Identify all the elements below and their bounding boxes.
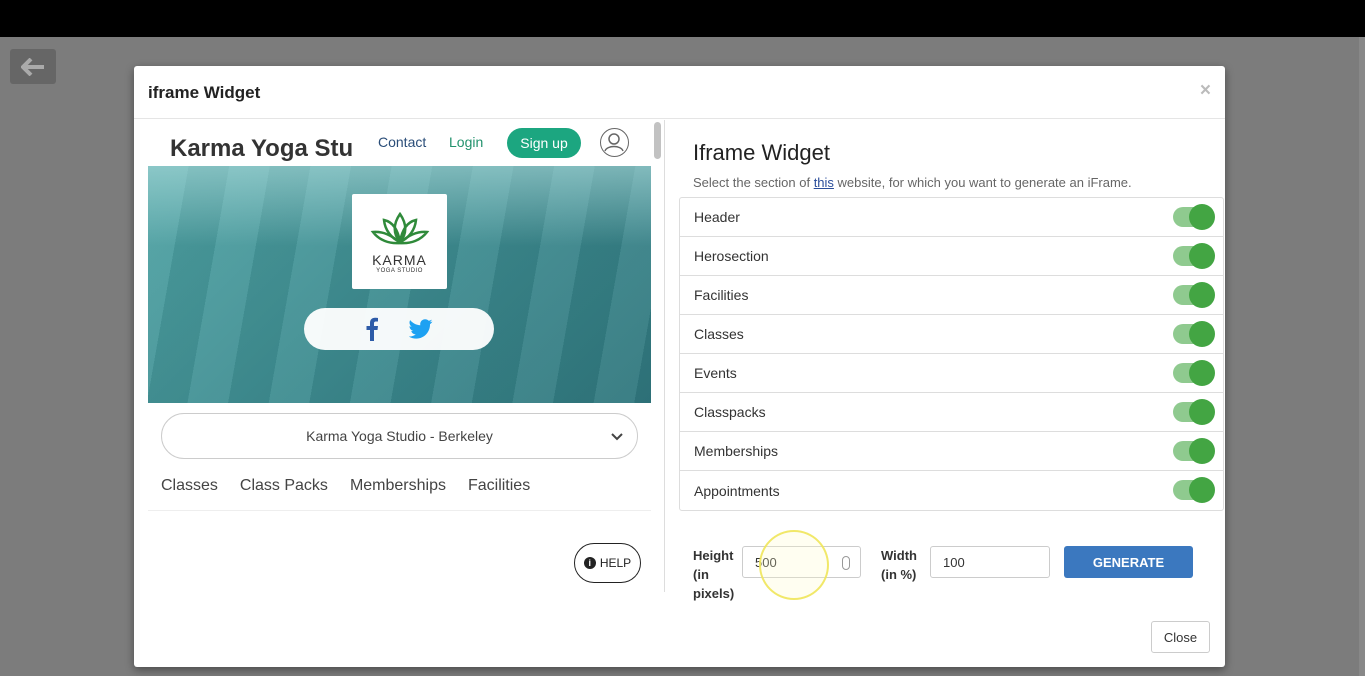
appointments-toggle[interactable]	[1173, 477, 1215, 503]
width-value: 100	[943, 554, 965, 570]
page-edge	[1359, 37, 1365, 676]
logo-name: KARMA	[372, 251, 427, 268]
widget-settings-panel: Iframe Widget Select the section of this…	[679, 120, 1225, 592]
website-preview[interactable]: Karma Yoga Studio Contact Login Sign up	[134, 120, 664, 592]
studio-tabs: Classes Class Packs Memberships Faciliti…	[161, 477, 530, 495]
close-button[interactable]: Close	[1151, 621, 1210, 653]
classpacks-toggle[interactable]	[1173, 399, 1215, 425]
section-row-events: Events	[680, 354, 1223, 393]
section-label: Facilities	[694, 287, 749, 303]
header-toggle[interactable]	[1173, 204, 1215, 230]
panel-title: Iframe Widget	[693, 140, 830, 165]
studio-logo: KARMA YOGA STUDIO	[352, 194, 447, 289]
section-label: Classes	[694, 326, 744, 342]
section-label: Memberships	[694, 443, 779, 459]
help-button[interactable]: i HELP	[574, 543, 641, 583]
section-label: Appointments	[694, 482, 780, 499]
nav-contact-link[interactable]: Contact	[378, 134, 426, 150]
divider	[148, 510, 651, 511]
social-links	[304, 308, 494, 350]
modal-title: iframe Widget	[148, 83, 261, 102]
section-toggle-list: Header Herosection Facilities Classes Ev…	[679, 197, 1224, 511]
section-label: Classpacks	[694, 404, 766, 420]
tab-class-packs[interactable]: Class Packs	[240, 477, 328, 495]
tab-classes[interactable]: Classes	[161, 477, 218, 495]
number-spinner[interactable]	[842, 556, 850, 570]
logo-subtitle: YOGA STUDIO	[376, 267, 423, 274]
section-row-appointments: Appointments	[680, 471, 1223, 510]
section-row-herosection: Herosection	[680, 237, 1223, 276]
generate-button[interactable]: GENERATE	[1064, 546, 1193, 578]
help-label: HELP	[599, 556, 632, 570]
this-website-link[interactable]: this	[814, 175, 834, 190]
classes-toggle[interactable]	[1173, 321, 1215, 347]
arrow-left-icon	[21, 57, 44, 76]
section-row-header: Header	[680, 198, 1223, 237]
chevron-down-icon	[611, 433, 623, 441]
iframe-widget-modal: iframe Widget × Karma Yoga Studio Contac…	[134, 66, 1225, 667]
facebook-icon[interactable]	[365, 317, 379, 341]
section-label: Events	[694, 365, 737, 381]
cursor-highlight	[759, 530, 829, 600]
height-label: Height (in pixels)	[693, 548, 735, 601]
twitter-icon[interactable]	[409, 319, 433, 339]
user-icon[interactable]	[600, 128, 629, 157]
hero-image: KARMA YOGA STUDIO	[148, 166, 651, 403]
tab-facilities[interactable]: Facilities	[468, 477, 530, 495]
section-row-classpacks: Classpacks	[680, 393, 1223, 432]
section-row-memberships: Memberships	[680, 432, 1223, 471]
brand-title: Karma Yoga Studio	[170, 135, 352, 162]
tab-memberships[interactable]: Memberships	[350, 477, 446, 495]
back-button[interactable]	[10, 49, 56, 84]
width-label: Width (in %)	[881, 548, 917, 582]
lotus-icon	[370, 211, 429, 244]
info-icon: i	[583, 557, 596, 569]
close-icon[interactable]: ×	[1200, 80, 1211, 102]
panel-subtitle: Select the section of this website, for …	[693, 175, 1132, 190]
top-black-bar	[0, 0, 1365, 37]
studio-select[interactable]: Karma Yoga Studio - Berkeley	[161, 413, 638, 459]
memberships-toggle[interactable]	[1173, 438, 1215, 464]
modal-header: iframe Widget ×	[134, 66, 1225, 119]
section-row-classes: Classes	[680, 315, 1223, 354]
events-toggle[interactable]	[1173, 360, 1215, 386]
studio-select-value: Karma Yoga Studio - Berkeley	[306, 428, 493, 444]
preview-scrollbar[interactable]	[654, 122, 661, 159]
width-input[interactable]: 100	[930, 546, 1050, 578]
facilities-toggle[interactable]	[1173, 282, 1215, 308]
section-label: Herosection	[694, 248, 769, 264]
section-row-facilities: Facilities	[680, 276, 1223, 315]
pane-divider	[664, 120, 665, 592]
section-label: Header	[694, 209, 740, 225]
nav-login-link[interactable]: Login	[449, 134, 483, 150]
herosection-toggle[interactable]	[1173, 243, 1215, 269]
signup-button[interactable]: Sign up	[507, 128, 581, 158]
